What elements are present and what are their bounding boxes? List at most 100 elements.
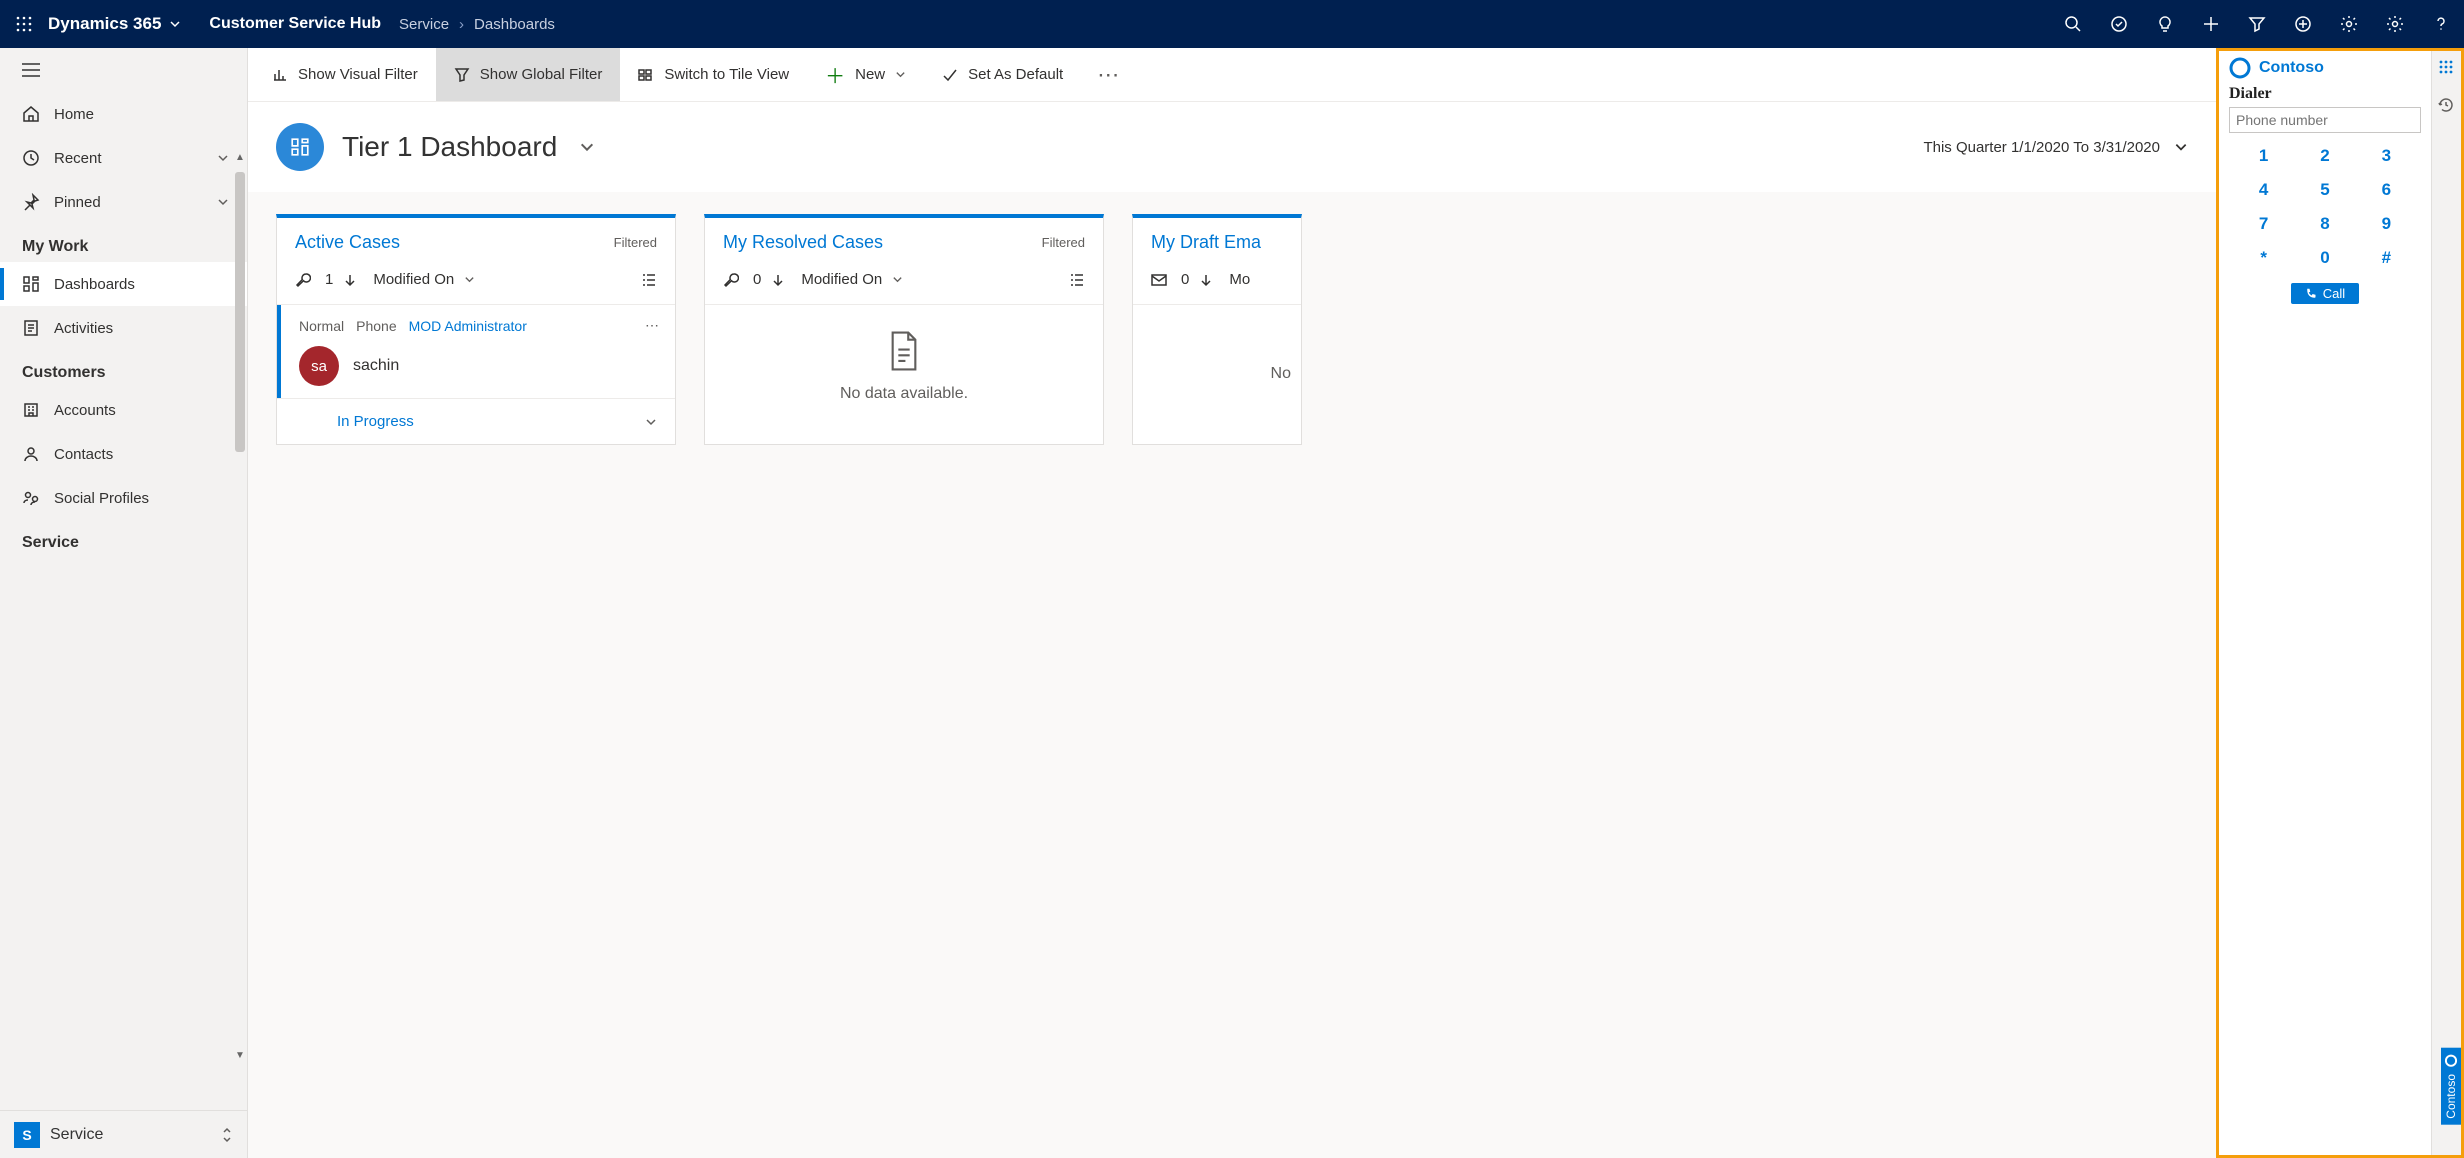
key-3[interactable]: 3: [2356, 141, 2417, 171]
sidebar-toggle[interactable]: [0, 48, 247, 92]
lightbulb-icon[interactable]: [2142, 0, 2188, 48]
filter-icon[interactable]: [2234, 0, 2280, 48]
call-label: Call: [2323, 286, 2345, 301]
key-hash[interactable]: #: [2356, 243, 2417, 273]
dashboard-header: Tier 1 Dashboard This Quarter 1/1/2020 T…: [248, 102, 2216, 192]
sidebar-label-accounts: Accounts: [54, 402, 116, 419]
key-9[interactable]: 9: [2356, 209, 2417, 239]
dialer-title: Dialer: [2219, 85, 2431, 107]
sidebar-item-dashboards[interactable]: Dashboards: [0, 262, 247, 306]
cmd-visual-filter-label: Show Visual Filter: [298, 66, 418, 83]
card-count: 0: [1181, 271, 1189, 288]
key-6[interactable]: 6: [2356, 175, 2417, 205]
sort-down-icon[interactable]: [1199, 273, 1213, 287]
chevron-down-icon: [217, 196, 229, 208]
area-switcher[interactable]: S Service: [0, 1110, 247, 1158]
contoso-tab[interactable]: Contoso: [2441, 1048, 2461, 1125]
dashboard-picker[interactable]: [579, 139, 595, 155]
search-icon[interactable]: [2050, 0, 2096, 48]
sidebar-item-recent[interactable]: Recent: [0, 136, 247, 180]
cmd-set-default[interactable]: Set As Default: [924, 48, 1081, 101]
case-status-row[interactable]: In Progress: [277, 398, 675, 444]
card-title[interactable]: My Draft Ema: [1151, 232, 1261, 253]
chevron-down-icon[interactable]: [892, 274, 903, 285]
contoso-logo-icon: [2444, 1054, 2458, 1068]
case-more[interactable]: ⋯: [645, 317, 661, 334]
product-brand[interactable]: Dynamics 365: [48, 14, 191, 34]
sidebar: ▲ Home Recent Pinned My Work Dashboards: [0, 48, 248, 1158]
mail-icon[interactable]: [1151, 272, 1167, 288]
card-row: Active Cases Filtered 1 Modified On Norm…: [248, 192, 2216, 467]
case-item[interactable]: Normal Phone MOD Administrator ⋯ sa sach…: [277, 305, 675, 398]
person-icon: [22, 445, 40, 463]
scroll-up-icon[interactable]: ▲: [233, 152, 247, 166]
dashboard-icon: [276, 123, 324, 171]
card-count: 1: [325, 271, 333, 288]
sidebar-label-social: Social Profiles: [54, 490, 149, 507]
scroll-down-icon[interactable]: ▼: [233, 1050, 247, 1064]
breadcrumb-root[interactable]: Service: [399, 16, 449, 33]
no-data: No: [1133, 305, 1301, 413]
tile-icon: [638, 67, 654, 83]
cmd-visual-filter[interactable]: Show Visual Filter: [254, 48, 436, 101]
chevron-down-icon: [645, 416, 657, 428]
key-5[interactable]: 5: [2294, 175, 2355, 205]
gear-icon[interactable]: [2326, 0, 2372, 48]
history-icon[interactable]: [2438, 97, 2456, 115]
cmd-new[interactable]: ＋ New: [807, 48, 924, 101]
add-icon[interactable]: [2188, 0, 2234, 48]
key-7[interactable]: 7: [2233, 209, 2294, 239]
dialpad-icon[interactable]: [2438, 59, 2456, 77]
phone-icon: [2305, 288, 2317, 300]
scrollbar-thumb[interactable]: [235, 172, 245, 452]
key-8[interactable]: 8: [2294, 209, 2355, 239]
sidebar-item-accounts[interactable]: Accounts: [0, 388, 247, 432]
cmd-global-filter[interactable]: Show Global Filter: [436, 48, 621, 101]
sidebar-item-pinned[interactable]: Pinned: [0, 180, 247, 224]
sidebar-item-home[interactable]: Home: [0, 92, 247, 136]
sidebar-item-activities[interactable]: Activities: [0, 306, 247, 350]
cmd-set-default-label: Set As Default: [968, 66, 1063, 83]
sort-down-icon[interactable]: [771, 273, 785, 287]
plus-icon: ＋: [825, 60, 845, 89]
card-sort-label[interactable]: Modified On: [801, 271, 882, 288]
sidebar-item-social[interactable]: Social Profiles: [0, 476, 247, 520]
key-2[interactable]: 2: [2294, 141, 2355, 171]
help-icon[interactable]: [2418, 0, 2464, 48]
cmd-switch-tile[interactable]: Switch to Tile View: [620, 48, 807, 101]
card-sort-label[interactable]: Modified On: [373, 271, 454, 288]
sidebar-item-contacts[interactable]: Contacts: [0, 432, 247, 476]
case-owner[interactable]: MOD Administrator: [409, 318, 527, 334]
list-view-icon[interactable]: [641, 272, 657, 288]
card-title[interactable]: My Resolved Cases: [723, 232, 883, 253]
no-data-label: No data available.: [840, 385, 968, 402]
key-star[interactable]: *: [2233, 243, 2294, 273]
sidebar-section-my-work: My Work: [0, 224, 247, 262]
app-name[interactable]: Customer Service Hub: [191, 15, 399, 33]
date-range-picker[interactable]: [2174, 140, 2188, 154]
wrench-icon[interactable]: [295, 272, 311, 288]
funnel-icon: [454, 67, 470, 83]
case-priority: Normal: [299, 318, 344, 334]
contoso-logo-icon: [2229, 57, 2251, 79]
sidebar-label-pinned: Pinned: [54, 194, 101, 211]
key-4[interactable]: 4: [2233, 175, 2294, 205]
list-view-icon[interactable]: [1069, 272, 1085, 288]
chevron-down-icon[interactable]: [464, 274, 475, 285]
card-sort-label[interactable]: Mo: [1229, 271, 1250, 288]
card-active-cases: Active Cases Filtered 1 Modified On Norm…: [276, 214, 676, 445]
app-launcher-icon[interactable]: [0, 0, 48, 48]
key-1[interactable]: 1: [2233, 141, 2294, 171]
wrench-icon[interactable]: [723, 272, 739, 288]
sort-down-icon[interactable]: [343, 273, 357, 287]
key-0[interactable]: 0: [2294, 243, 2355, 273]
settings-icon[interactable]: [2372, 0, 2418, 48]
task-icon[interactable]: [2096, 0, 2142, 48]
card-filtered-label: Filtered: [614, 235, 657, 250]
cmd-overflow[interactable]: ⋯: [1081, 48, 1137, 101]
phone-input[interactable]: [2229, 107, 2421, 133]
call-button[interactable]: Call: [2291, 283, 2359, 304]
circle-plus-icon[interactable]: [2280, 0, 2326, 48]
card-title[interactable]: Active Cases: [295, 232, 400, 253]
breadcrumb-current[interactable]: Dashboards: [474, 16, 555, 33]
